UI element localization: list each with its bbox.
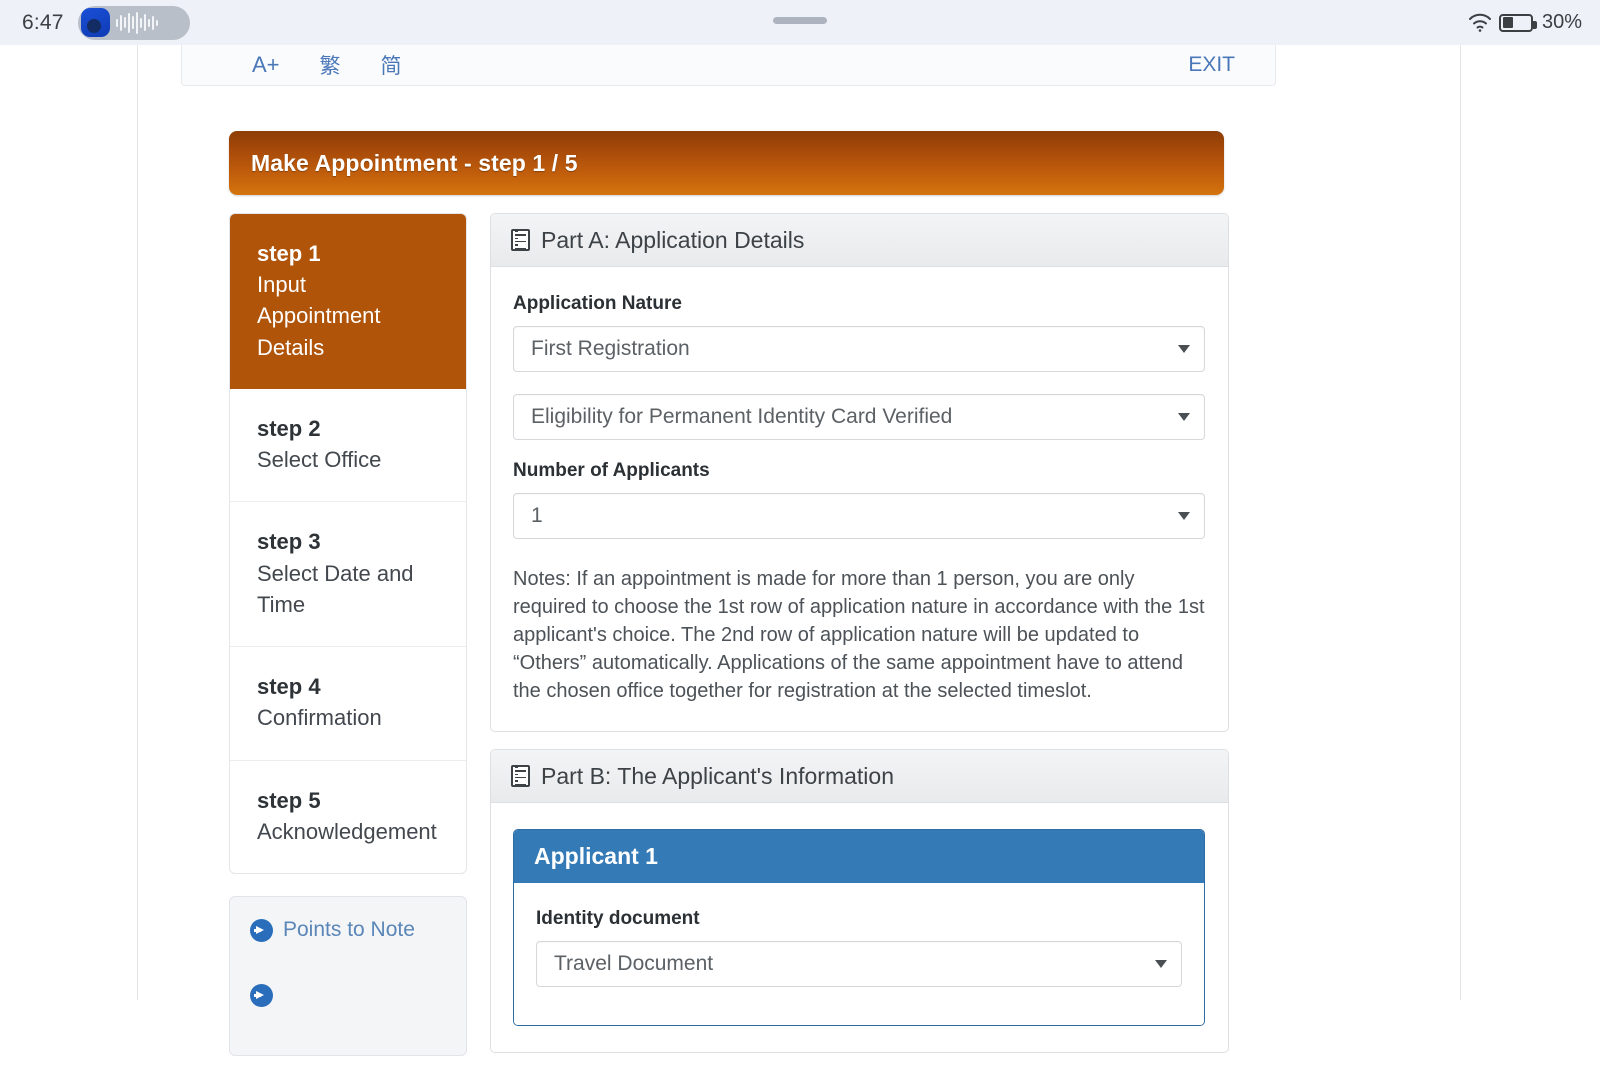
part-a-header: Part A: Application Details xyxy=(491,214,1228,267)
part-a-heading: Part A: Application Details xyxy=(541,226,805,253)
step-1-label-line2: Appointment xyxy=(257,303,381,329)
status-bar-left: 6:47 xyxy=(22,5,190,40)
status-bar-right: 30% xyxy=(1468,11,1582,34)
applicant-1-body: Identity document Travel Document xyxy=(514,883,1204,1025)
step-5-label: Acknowledgement xyxy=(257,818,437,844)
identity-document-select[interactable]: Travel Document xyxy=(536,941,1182,987)
arrow-circle-right-icon xyxy=(250,918,273,942)
exit-button[interactable]: EXIT xyxy=(1188,53,1235,77)
step-1-label-line1: Input xyxy=(257,272,306,298)
part-b-header: Part B: The Applicant's Information xyxy=(491,750,1228,803)
chevron-down-icon xyxy=(1178,345,1190,353)
traditional-chinese-button[interactable]: 繁 xyxy=(320,50,341,80)
page-title: Make Appointment - step 1 / 5 xyxy=(251,149,578,176)
step-4-number: step 4 xyxy=(257,674,321,700)
document-list-icon xyxy=(511,765,530,787)
application-nature-value: First Registration xyxy=(531,337,690,360)
identity-document-value: Travel Document xyxy=(554,952,714,975)
chevron-down-icon xyxy=(1178,413,1190,421)
recording-app-icon xyxy=(80,8,110,37)
points-to-note-link-secondary[interactable] xyxy=(250,984,446,1008)
points-to-note-panel: Points to Note xyxy=(229,896,467,1057)
step-3-number: step 3 xyxy=(257,529,321,555)
os-status-bar: 6:47 30% xyxy=(0,0,1600,45)
step-1-number: step 1 xyxy=(257,241,321,266)
language-controls: A+ 繁 简 xyxy=(252,50,402,80)
part-a-panel: Part A: Application Details Application … xyxy=(490,213,1229,732)
page-column: A+ 繁 简 EXIT Make Appointment - step 1 / … xyxy=(137,45,1461,1057)
page-title-banner: Make Appointment - step 1 / 5 xyxy=(229,131,1224,195)
battery-percent: 30% xyxy=(1541,11,1582,33)
applicant-1-card: Applicant 1 Identity document Travel Doc… xyxy=(513,829,1205,1026)
step-sidebar: step 1 Input Appointment Details step 2 … xyxy=(229,213,467,1070)
eligibility-value: Eligibility for Permanent Identity Card … xyxy=(531,405,953,428)
application-nature-label: Application Nature xyxy=(513,293,682,314)
step-1-label-line3: Details xyxy=(257,334,325,360)
part-a-notes: Notes: If an appointment is made for mor… xyxy=(513,568,1205,702)
main-content: Part A: Application Details Application … xyxy=(490,213,1229,1070)
step-3-label-line1: Select Date and xyxy=(257,560,414,586)
part-a-body: Application Nature First Registration El… xyxy=(491,267,1228,731)
step-2-label: Select Office xyxy=(257,447,382,473)
audio-waveform-icon xyxy=(115,11,158,34)
simplified-chinese-button[interactable]: 简 xyxy=(381,50,402,80)
part-b-heading: Part B: The Applicant's Information xyxy=(541,762,894,789)
arrow-circle-right-icon-secondary xyxy=(250,984,273,1008)
window-drag-handle[interactable] xyxy=(773,17,827,24)
step-2-number: step 2 xyxy=(257,415,321,441)
number-of-applicants-value: 1 xyxy=(531,504,543,527)
points-to-note-label: Points to Note xyxy=(283,918,415,942)
part-b-body: Applicant 1 Identity document Travel Doc… xyxy=(491,803,1228,1052)
eligibility-select[interactable]: Eligibility for Permanent Identity Card … xyxy=(513,394,1205,440)
content-row: step 1 Input Appointment Details step 2 … xyxy=(229,213,1229,1070)
sidebar-item-step-3[interactable]: step 3 Select Date and Time xyxy=(230,502,466,648)
sidebar-item-step-1[interactable]: step 1 Input Appointment Details xyxy=(230,214,466,389)
identity-document-label: Identity document xyxy=(536,908,700,929)
applicant-1-title: Applicant 1 xyxy=(534,843,658,869)
sidebar-item-step-4[interactable]: step 4 Confirmation xyxy=(230,647,466,761)
number-of-applicants-select[interactable]: 1 xyxy=(513,493,1205,539)
chevron-down-icon xyxy=(1155,960,1167,968)
points-to-note-link[interactable]: Points to Note xyxy=(250,918,446,942)
step-3-label-line2: Time xyxy=(257,591,306,617)
clock: 6:47 xyxy=(22,10,64,34)
step-4-label: Confirmation xyxy=(257,705,382,731)
applicant-1-header: Applicant 1 xyxy=(514,830,1204,883)
battery-icon xyxy=(1498,13,1537,32)
wifi-icon xyxy=(1468,13,1491,32)
chevron-down-icon xyxy=(1178,512,1190,520)
main-container: Make Appointment - step 1 / 5 step 1 Inp… xyxy=(229,131,1229,1070)
part-b-panel: Part B: The Applicant's Information Appl… xyxy=(490,749,1229,1053)
utility-bar: A+ 繁 简 EXIT xyxy=(181,45,1276,86)
browser-viewport: A+ 繁 简 EXIT Make Appointment - step 1 / … xyxy=(0,45,1600,1057)
step-list: step 1 Input Appointment Details step 2 … xyxy=(229,213,467,875)
font-size-increase-button[interactable]: A+ xyxy=(252,52,280,78)
recording-indicator-pill[interactable] xyxy=(77,5,190,40)
application-nature-select[interactable]: First Registration xyxy=(513,326,1205,372)
sidebar-item-step-2[interactable]: step 2 Select Office xyxy=(230,389,466,503)
number-of-applicants-label: Number of Applicants xyxy=(513,460,710,481)
document-list-icon xyxy=(511,229,530,251)
sidebar-item-step-5[interactable]: step 5 Acknowledgement xyxy=(230,761,466,873)
step-5-number: step 5 xyxy=(257,787,321,813)
